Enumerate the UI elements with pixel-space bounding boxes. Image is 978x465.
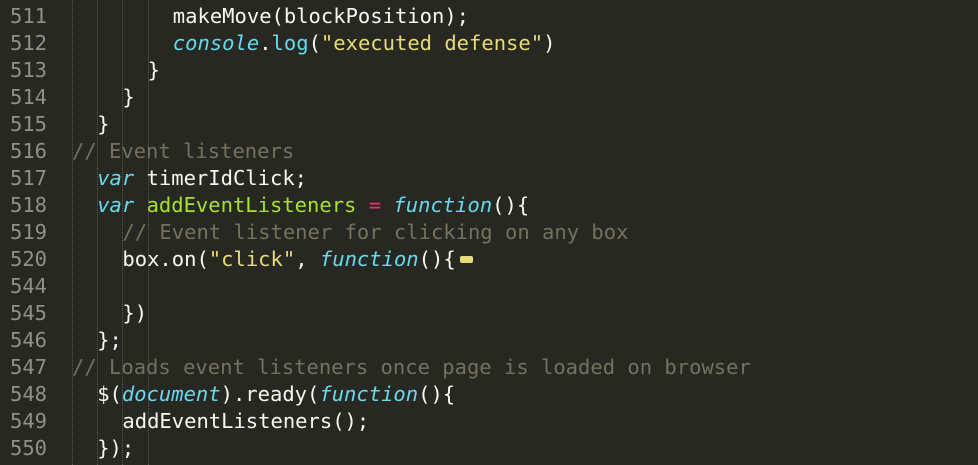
code-token: "click" [208, 247, 296, 271]
code-line[interactable]: 548 $(document).ready(function(){ [0, 381, 978, 408]
line-number: 516 [10, 139, 48, 163]
code-token: }) [122, 301, 148, 325]
code-line[interactable]: 516 // Event listeners [0, 138, 978, 165]
code-text: $(document).ready(function(){ [97, 381, 455, 408]
code-token: timerIdClick; [134, 166, 308, 190]
line-number: 517 [10, 166, 48, 190]
code-text: makeMove(blockPosition); [173, 3, 469, 30]
code-editor[interactable]: 511 makeMove(blockPosition); 512 console.lo… [0, 0, 978, 465]
code-text: }; [97, 327, 122, 354]
code-token: box.on( [122, 247, 209, 271]
code-line[interactable]: 550}); [0, 435, 978, 462]
line-number: 515 [10, 112, 48, 136]
code-line[interactable]: 515} [0, 111, 978, 138]
code-token: ).ready( [220, 382, 320, 406]
code-token: // Loads event listeners once page is lo… [72, 355, 751, 379]
code-token: } [147, 58, 160, 82]
code-token: }; [97, 328, 122, 352]
code-token: = [368, 193, 382, 217]
code-line[interactable]: 512 console.log("executed defense") [0, 30, 978, 57]
code-token: console [172, 31, 260, 55]
code-token: ( [308, 31, 321, 55]
code-token: } [97, 112, 110, 136]
code-token: function [319, 382, 419, 406]
line-number: 518 [10, 193, 48, 217]
code-token: . [259, 31, 272, 55]
code-line[interactable]: 513} [0, 57, 978, 84]
code-line[interactable]: 518 var addEventListeners = function(){ [0, 192, 978, 219]
code-line[interactable]: 520 box.on("click", function(){ [0, 246, 978, 273]
code-token: (){ [492, 193, 530, 217]
line-number: 514 [10, 85, 48, 109]
code-text: }); [97, 435, 134, 462]
code-token: log [271, 31, 309, 55]
line-number: 512 [10, 31, 48, 55]
line-number: 546 [10, 328, 48, 352]
code-token: function [319, 247, 419, 271]
code-text: // Event listeners [72, 138, 294, 165]
code-line[interactable]: 544 [0, 273, 978, 300]
code-token: (){ [418, 382, 456, 406]
code-token: ) [543, 31, 556, 55]
code-text: } [97, 111, 109, 138]
code-token: document [121, 382, 221, 406]
code-token: (){ [418, 247, 456, 271]
line-number: 513 [10, 58, 48, 82]
code-token: // Event listeners [72, 139, 295, 163]
code-line[interactable]: 517 var timerIdClick; [0, 165, 978, 192]
code-text: } [122, 84, 134, 111]
code-text: } [148, 57, 160, 84]
code-text: var addEventListeners = function(){ [97, 192, 529, 219]
code-text: box.on("click", function(){ [122, 246, 473, 273]
code-text: addEventListeners(); [122, 408, 369, 435]
line-number: 547 [10, 355, 48, 379]
code-token: // Event listener for clicking on any bo… [122, 220, 629, 244]
code-token: makeMove(blockPosition); [172, 4, 470, 28]
folded-code-marker[interactable] [459, 255, 473, 263]
code-text: // Loads event listeners once page is lo… [72, 354, 751, 381]
code-token: var [97, 166, 135, 190]
code-line[interactable]: 545}) [0, 300, 978, 327]
code-token: $( [97, 382, 122, 406]
code-token: var [97, 193, 135, 217]
code-text: // Event listener for clicking on any bo… [122, 219, 628, 246]
code-token: } [122, 85, 135, 109]
line-number: 511 [10, 4, 48, 28]
code-text: console.log("executed defense") [173, 30, 556, 57]
code-text: }) [122, 300, 147, 327]
line-number: 550 [10, 436, 48, 460]
code-token: function [393, 193, 493, 217]
code-line[interactable]: 547 // Loads event listeners once page is… [0, 354, 978, 381]
code-line[interactable]: 549 addEventListeners(); [0, 408, 978, 435]
code-line[interactable]: 519 // Event listener for clicking on any… [0, 219, 978, 246]
code-token: addEventListeners [146, 193, 357, 217]
code-token: "executed defense" [320, 31, 544, 55]
line-number: 545 [10, 301, 48, 325]
code-line[interactable]: 514} [0, 84, 978, 111]
code-line[interactable]: 511 makeMove(blockPosition); [0, 3, 978, 30]
line-number: 519 [10, 220, 48, 244]
code-token: addEventListeners(); [122, 409, 370, 433]
code-line[interactable]: 546}; [0, 327, 978, 354]
code-text: var timerIdClick; [97, 165, 307, 192]
code-token: , [295, 247, 320, 271]
line-number: 544 [10, 274, 48, 298]
line-number: 549 [10, 409, 48, 433]
line-number: 548 [10, 382, 48, 406]
line-number: 520 [10, 247, 48, 271]
code-token: }); [97, 436, 135, 460]
